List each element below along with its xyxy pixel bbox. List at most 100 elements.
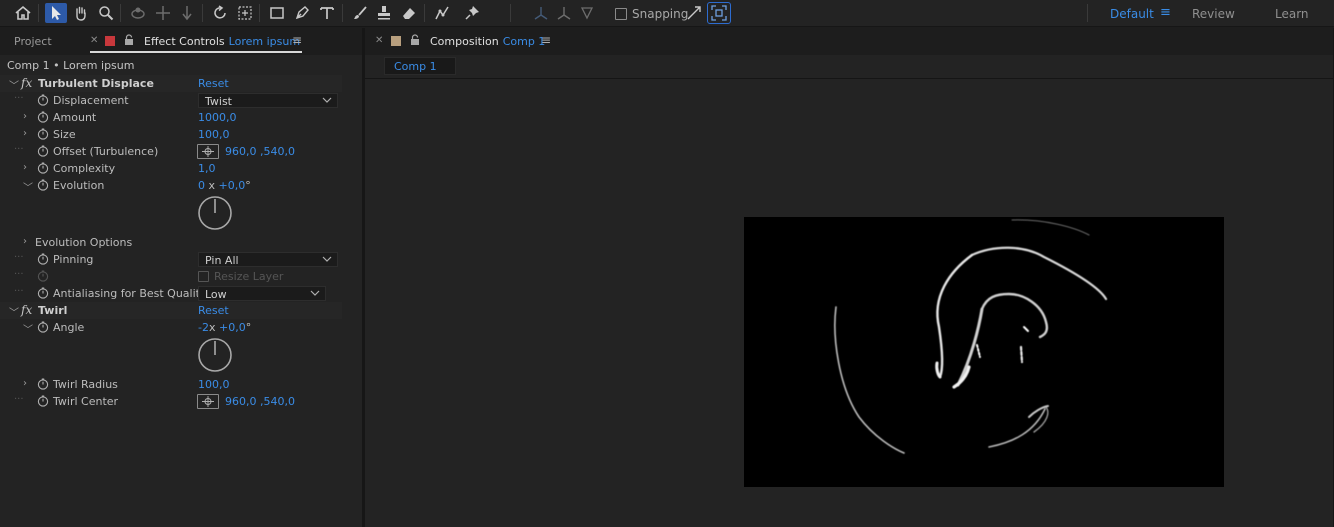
chevron-right-icon[interactable]: › <box>23 378 27 389</box>
left-panel-tabs: Project ✕ Effect Controls Lorem ipsum ≡ <box>0 28 362 55</box>
size-value[interactable]: 100,0 <box>198 128 230 141</box>
prop-label: Twirl Radius <box>53 378 118 391</box>
twirl-radius-value[interactable]: 100,0 <box>198 378 230 391</box>
tab-project[interactable]: Project <box>14 35 52 48</box>
angle-value[interactable]: -2x +0,0° <box>198 321 251 334</box>
evolution-value[interactable]: 0 x +0,0° <box>198 179 251 192</box>
amount-value[interactable]: 1000,0 <box>198 111 237 124</box>
chevron-right-icon[interactable]: › <box>23 162 27 173</box>
revolutions[interactable]: 0 <box>198 179 205 192</box>
selection-tool-icon[interactable] <box>45 3 67 23</box>
eraser-icon[interactable] <box>398 3 420 23</box>
effect-controls-panel: Project ✕ Effect Controls Lorem ipsum ≡ C… <box>0 28 362 527</box>
tab-composition[interactable]: Composition Comp 1 <box>430 35 545 48</box>
panel-menu-icon[interactable]: ≡ <box>292 33 302 47</box>
stopwatch-icon[interactable] <box>37 253 49 268</box>
stopwatch-icon[interactable] <box>37 94 49 109</box>
snap-features-icon[interactable] <box>707 2 731 24</box>
dolly-camera-icon[interactable] <box>176 3 198 23</box>
point-target-icon[interactable] <box>197 394 219 409</box>
workspace-default[interactable]: Default <box>1110 7 1154 21</box>
comp-breadcrumb-chip[interactable]: Comp 1 <box>384 57 456 75</box>
chevron-down-icon[interactable]: ﹀ <box>9 304 19 319</box>
tools-toolbar: Snapping Default ≡ Review Learn <box>0 0 1334 27</box>
chevron-down-icon[interactable]: ﹀ <box>23 321 33 336</box>
local-axis-icon[interactable] <box>530 3 552 23</box>
angle-dial[interactable] <box>197 337 233 373</box>
workspace-learn[interactable]: Learn <box>1275 7 1309 21</box>
zoom-tool-icon[interactable] <box>95 3 117 23</box>
breadcrumb: Comp 1 • Lorem ipsum <box>7 59 135 72</box>
snapping-checkbox[interactable] <box>615 8 627 20</box>
chevron-right-icon[interactable]: › <box>23 128 27 139</box>
clone-stamp-icon[interactable] <box>373 3 395 23</box>
stopwatch-icon <box>37 270 49 285</box>
orbit-camera-icon[interactable] <box>127 3 149 23</box>
dropdown-value: Pin All <box>205 254 239 267</box>
chevron-right-icon[interactable]: › <box>23 236 27 247</box>
view-axis-icon[interactable] <box>576 3 598 23</box>
world-axis-icon[interactable] <box>553 3 575 23</box>
pan-camera-icon[interactable] <box>152 3 174 23</box>
chevron-down-icon[interactable]: ﹀ <box>23 179 33 194</box>
panel-menu-icon[interactable]: ≡ <box>541 33 551 47</box>
revolutions[interactable]: -2 <box>198 321 209 334</box>
stopwatch-icon[interactable] <box>37 179 49 194</box>
stopwatch-icon[interactable] <box>37 128 49 143</box>
reset-button[interactable]: Reset <box>198 304 229 317</box>
roto-brush-icon[interactable] <box>431 3 453 23</box>
pen-tool-icon[interactable] <box>291 3 313 23</box>
pinning-dropdown[interactable]: Pin All <box>198 252 338 267</box>
puppet-pin-icon[interactable] <box>461 3 483 23</box>
resize-layer-checkbox[interactable] <box>198 271 209 282</box>
snap-edges-icon[interactable] <box>683 3 705 23</box>
lock-icon[interactable] <box>410 34 420 49</box>
offset-value[interactable]: 960,0 ,540,0 <box>225 145 295 158</box>
complexity-value[interactable]: 1,0 <box>198 162 216 175</box>
home-icon[interactable] <box>12 3 34 23</box>
prop-label: Twirl Center <box>53 395 119 408</box>
brush-tool-icon[interactable] <box>349 3 371 23</box>
tab-composition-name: Comp 1 <box>502 35 546 48</box>
close-icon[interactable]: ✕ <box>375 35 383 46</box>
rotation-tool-icon[interactable] <box>209 3 231 23</box>
antialiasing-dropdown[interactable]: Low <box>198 286 326 301</box>
workspace-review[interactable]: Review <box>1192 7 1235 21</box>
chevron-right-icon[interactable]: › <box>23 111 27 122</box>
lock-icon[interactable] <box>124 34 134 49</box>
reset-button[interactable]: Reset <box>198 77 229 90</box>
hamburger-icon[interactable]: ≡ <box>1160 5 1171 20</box>
close-icon[interactable]: ✕ <box>90 35 98 46</box>
composition-canvas[interactable] <box>744 217 1224 487</box>
type-tool-icon[interactable] <box>316 3 338 23</box>
degrees[interactable]: +0,0 <box>219 321 246 334</box>
hand-tool-icon[interactable] <box>70 3 92 23</box>
prop-label: Pinning <box>53 253 94 266</box>
stopwatch-icon[interactable] <box>37 111 49 126</box>
effect-header-twirl[interactable]: ﹀ fx Twirl Reset <box>0 302 342 319</box>
prop-offset-turbulence: ··· Offset (Turbulence) 960,0 ,540,0 <box>14 144 295 160</box>
tab-effect-controls[interactable]: Effect Controls Lorem ipsum <box>144 35 300 48</box>
stopwatch-icon[interactable] <box>37 287 49 302</box>
stopwatch-icon[interactable] <box>37 145 49 160</box>
stopwatch-icon[interactable] <box>37 162 49 177</box>
stopwatch-icon[interactable] <box>37 378 49 393</box>
composition-viewer[interactable] <box>365 80 1334 527</box>
chevron-down-icon[interactable]: ﹀ <box>9 77 19 92</box>
stopwatch-icon[interactable] <box>37 395 49 410</box>
twirl-center-value[interactable]: 960,0 ,540,0 <box>225 395 295 408</box>
degrees[interactable]: +0,0 <box>219 179 246 192</box>
effect-header-turbulent-displace[interactable]: ﹀ fx Turbulent Displace Reset <box>0 75 342 92</box>
point-target-icon[interactable] <box>197 144 219 159</box>
chevron-down-icon <box>322 97 332 103</box>
evolution-dial[interactable] <box>197 195 233 231</box>
fx-icon[interactable]: fx <box>21 303 32 317</box>
fx-icon[interactable]: fx <box>21 76 32 90</box>
prop-label: Offset (Turbulence) <box>53 145 159 158</box>
rectangle-tool-icon[interactable] <box>266 3 288 23</box>
x-label: x <box>208 321 216 334</box>
displacement-dropdown[interactable]: Twist <box>198 93 338 108</box>
stopwatch-icon[interactable] <box>37 321 49 336</box>
pan-behind-icon[interactable] <box>234 3 256 23</box>
tab-effect-controls-layer: Lorem ipsum <box>228 35 301 48</box>
